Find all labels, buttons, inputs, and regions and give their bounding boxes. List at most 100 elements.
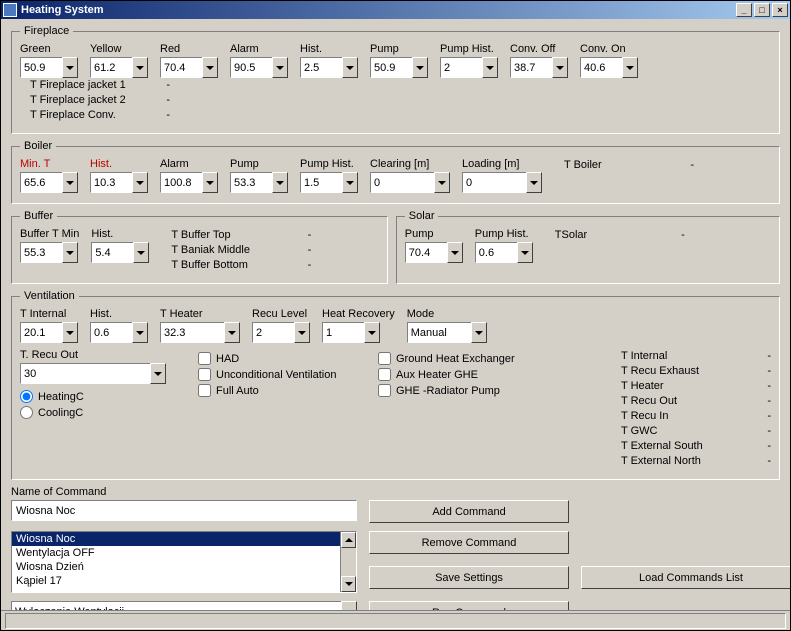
dropdown-icon[interactable] [447, 242, 463, 263]
dropdown-icon[interactable] [62, 322, 78, 343]
field-combo[interactable] [20, 57, 78, 78]
recu-out-input[interactable] [20, 363, 150, 384]
dropdown-icon[interactable] [132, 322, 148, 343]
radio[interactable] [20, 390, 33, 403]
dropdown-icon[interactable] [482, 57, 498, 78]
commands-listbox[interactable]: Wiosna NocWentylacja OFFWiosna DzieńKąpi… [11, 531, 357, 593]
dropdown-icon[interactable] [341, 601, 357, 610]
dropdown-icon[interactable] [294, 322, 310, 343]
field-combo[interactable] [300, 57, 358, 78]
dropdown-icon[interactable] [62, 172, 78, 193]
field-input[interactable] [160, 57, 202, 78]
checkbox[interactable] [198, 368, 211, 381]
field-combo[interactable] [91, 242, 149, 263]
recu-out-combo[interactable] [20, 363, 166, 384]
dropdown-icon[interactable] [132, 57, 148, 78]
field-combo[interactable] [322, 322, 395, 343]
dropdown-icon[interactable] [132, 172, 148, 193]
field-input[interactable] [90, 172, 132, 193]
field-input[interactable] [20, 242, 62, 263]
dropdown-icon[interactable] [62, 57, 78, 78]
checkbox[interactable] [378, 384, 391, 397]
field-input[interactable] [510, 57, 552, 78]
field-combo[interactable] [160, 322, 240, 343]
radio[interactable] [20, 406, 33, 419]
command-name-input[interactable] [11, 500, 357, 521]
field-combo[interactable] [90, 322, 148, 343]
field-combo[interactable] [462, 172, 542, 193]
field-input[interactable] [300, 172, 342, 193]
dropdown-icon[interactable] [202, 172, 218, 193]
field-input[interactable] [90, 322, 132, 343]
field-combo[interactable] [230, 57, 288, 78]
field-input[interactable] [230, 172, 272, 193]
listbox-scrollbar[interactable] [340, 532, 356, 592]
field-combo[interactable] [407, 322, 487, 343]
dropdown-icon[interactable] [272, 172, 288, 193]
field-combo[interactable] [90, 57, 148, 78]
field-input[interactable] [370, 172, 434, 193]
dropdown-icon[interactable] [552, 57, 568, 78]
maximize-button[interactable]: □ [754, 3, 770, 17]
run-command-combo[interactable] [11, 601, 357, 610]
field-input[interactable] [322, 322, 364, 343]
dropdown-icon[interactable] [342, 57, 358, 78]
field-input[interactable] [300, 57, 342, 78]
field-input[interactable] [91, 242, 133, 263]
field-combo[interactable] [405, 242, 463, 263]
field-combo[interactable] [90, 172, 148, 193]
list-item[interactable]: Wentylacja OFF [12, 546, 356, 560]
field-combo[interactable] [510, 57, 568, 78]
field-combo[interactable] [160, 57, 218, 78]
scroll-down-icon[interactable] [341, 576, 356, 592]
dropdown-icon[interactable] [224, 322, 240, 343]
add-command-button[interactable]: Add Command [369, 500, 569, 523]
field-input[interactable] [370, 57, 412, 78]
field-input[interactable] [20, 322, 62, 343]
checkbox[interactable] [378, 368, 391, 381]
field-input[interactable] [230, 57, 272, 78]
remove-command-button[interactable]: Remove Command [369, 531, 569, 554]
field-input[interactable] [462, 172, 526, 193]
field-combo[interactable] [370, 172, 450, 193]
minimize-button[interactable]: _ [736, 3, 752, 17]
field-input[interactable] [160, 322, 224, 343]
field-combo[interactable] [20, 172, 78, 193]
field-input[interactable] [252, 322, 294, 343]
dropdown-icon[interactable] [150, 363, 166, 384]
dropdown-icon[interactable] [471, 322, 487, 343]
load-commands-button[interactable]: Load Commands List [581, 566, 790, 589]
field-input[interactable] [405, 242, 447, 263]
field-input[interactable] [20, 172, 62, 193]
field-input[interactable] [580, 57, 622, 78]
field-combo[interactable] [20, 322, 78, 343]
close-button[interactable]: × [772, 3, 788, 17]
field-combo[interactable] [252, 322, 310, 343]
dropdown-icon[interactable] [342, 172, 358, 193]
field-input[interactable] [475, 242, 517, 263]
dropdown-icon[interactable] [202, 57, 218, 78]
dropdown-icon[interactable] [133, 242, 149, 263]
checkbox[interactable] [198, 384, 211, 397]
dropdown-icon[interactable] [526, 172, 542, 193]
field-combo[interactable] [230, 172, 288, 193]
field-input[interactable] [407, 322, 471, 343]
field-combo[interactable] [20, 242, 79, 263]
dropdown-icon[interactable] [517, 242, 533, 263]
dropdown-icon[interactable] [62, 242, 78, 263]
field-input[interactable] [160, 172, 202, 193]
dropdown-icon[interactable] [364, 322, 380, 343]
dropdown-icon[interactable] [622, 57, 638, 78]
field-combo[interactable] [440, 57, 498, 78]
list-item[interactable]: Wiosna Dzień [12, 560, 356, 574]
field-combo[interactable] [370, 57, 428, 78]
dropdown-icon[interactable] [272, 57, 288, 78]
field-input[interactable] [440, 57, 482, 78]
field-combo[interactable] [160, 172, 218, 193]
dropdown-icon[interactable] [434, 172, 450, 193]
save-settings-button[interactable]: Save Settings [369, 566, 569, 589]
field-combo[interactable] [475, 242, 533, 263]
checkbox[interactable] [378, 352, 391, 365]
field-input[interactable] [20, 57, 62, 78]
field-combo[interactable] [300, 172, 358, 193]
